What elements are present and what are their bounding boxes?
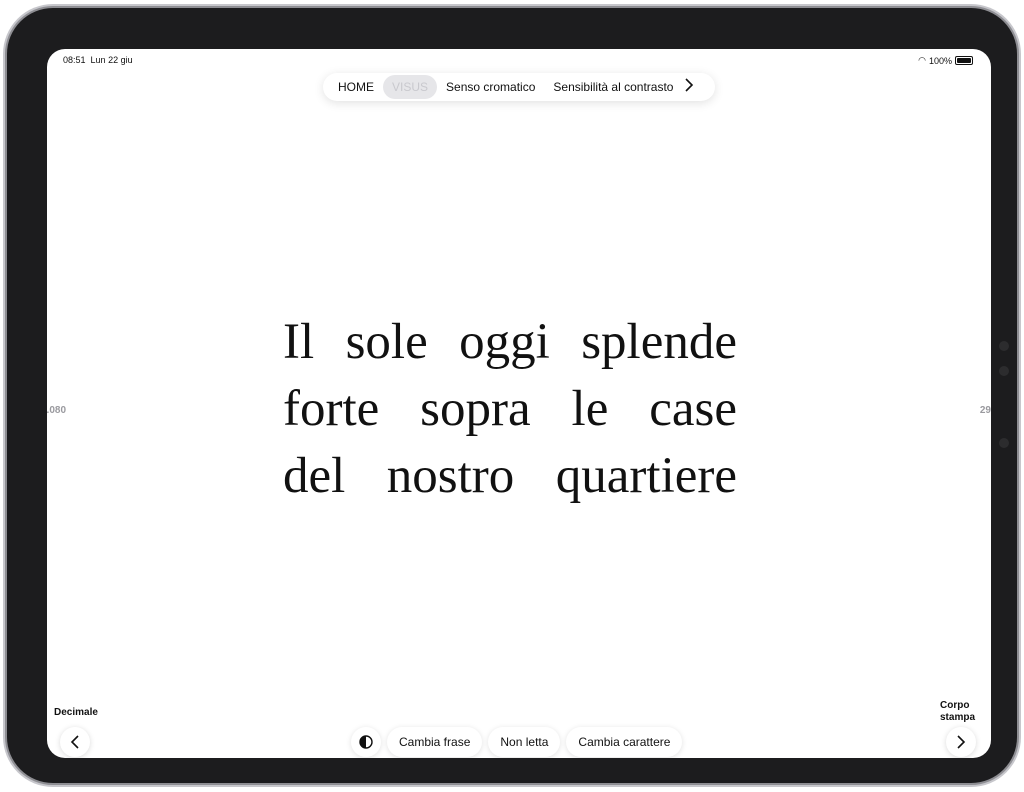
battery-percent: 100% <box>928 55 952 66</box>
status-time: 08:51 <box>63 55 86 65</box>
chevron-left-icon <box>70 735 79 749</box>
side-button <box>999 366 1009 376</box>
contrast-icon <box>359 735 373 749</box>
decimal-label: Decimale <box>54 707 98 718</box>
font-size-value: 29 <box>979 405 991 416</box>
sentence-line: forte sopra le case <box>283 381 737 437</box>
side-button <box>999 341 1009 351</box>
status-right: ◠ 100% <box>918 55 973 66</box>
nav-visus[interactable]: VISUS <box>383 75 438 99</box>
sentence-line: Il sole oggi splende <box>283 314 737 370</box>
reading-sentence: Il sole oggi splende forte sopra le case… <box>283 309 737 510</box>
not-read-button[interactable]: Non letta <box>488 727 561 757</box>
sentence-line: del nostro quartiere <box>283 448 737 504</box>
nav-sensibilita-contrasto[interactable]: Sensibilità al contrasto <box>544 75 682 99</box>
chevron-right-icon <box>957 735 966 749</box>
battery-icon <box>955 56 973 65</box>
nav-senso-cromatico[interactable]: Senso cromatico <box>437 75 544 99</box>
change-sentence-button[interactable]: Cambia frase <box>387 727 483 757</box>
next-button[interactable] <box>946 727 976 757</box>
side-button <box>999 438 1009 448</box>
previous-button[interactable] <box>60 727 90 757</box>
tablet-frame: 08:51 Lun 22 giu ◠ 100% HOME VISUS Senso… <box>7 8 1017 783</box>
status-time-date: 08:51 Lun 22 giu <box>63 55 133 65</box>
change-font-button[interactable]: Cambia carattere <box>566 727 683 757</box>
top-nav: HOME VISUS Senso cromatico Sensibilità a… <box>323 73 715 101</box>
screen: 08:51 Lun 22 giu ◠ 100% HOME VISUS Senso… <box>47 49 991 758</box>
contrast-toggle-button[interactable] <box>351 727 381 757</box>
wifi-icon: ◠ <box>918 55 926 65</box>
decimal-value: 0.080 <box>47 405 67 416</box>
nav-home[interactable]: HOME <box>329 75 383 99</box>
print-size-label: Corpo stampa <box>940 700 976 723</box>
status-date: Lun 22 giu <box>90 55 133 65</box>
bottom-toolbar: Cambia frase Non letta Cambia carattere <box>351 727 683 757</box>
nav-more-chevron-icon[interactable] <box>684 77 694 97</box>
